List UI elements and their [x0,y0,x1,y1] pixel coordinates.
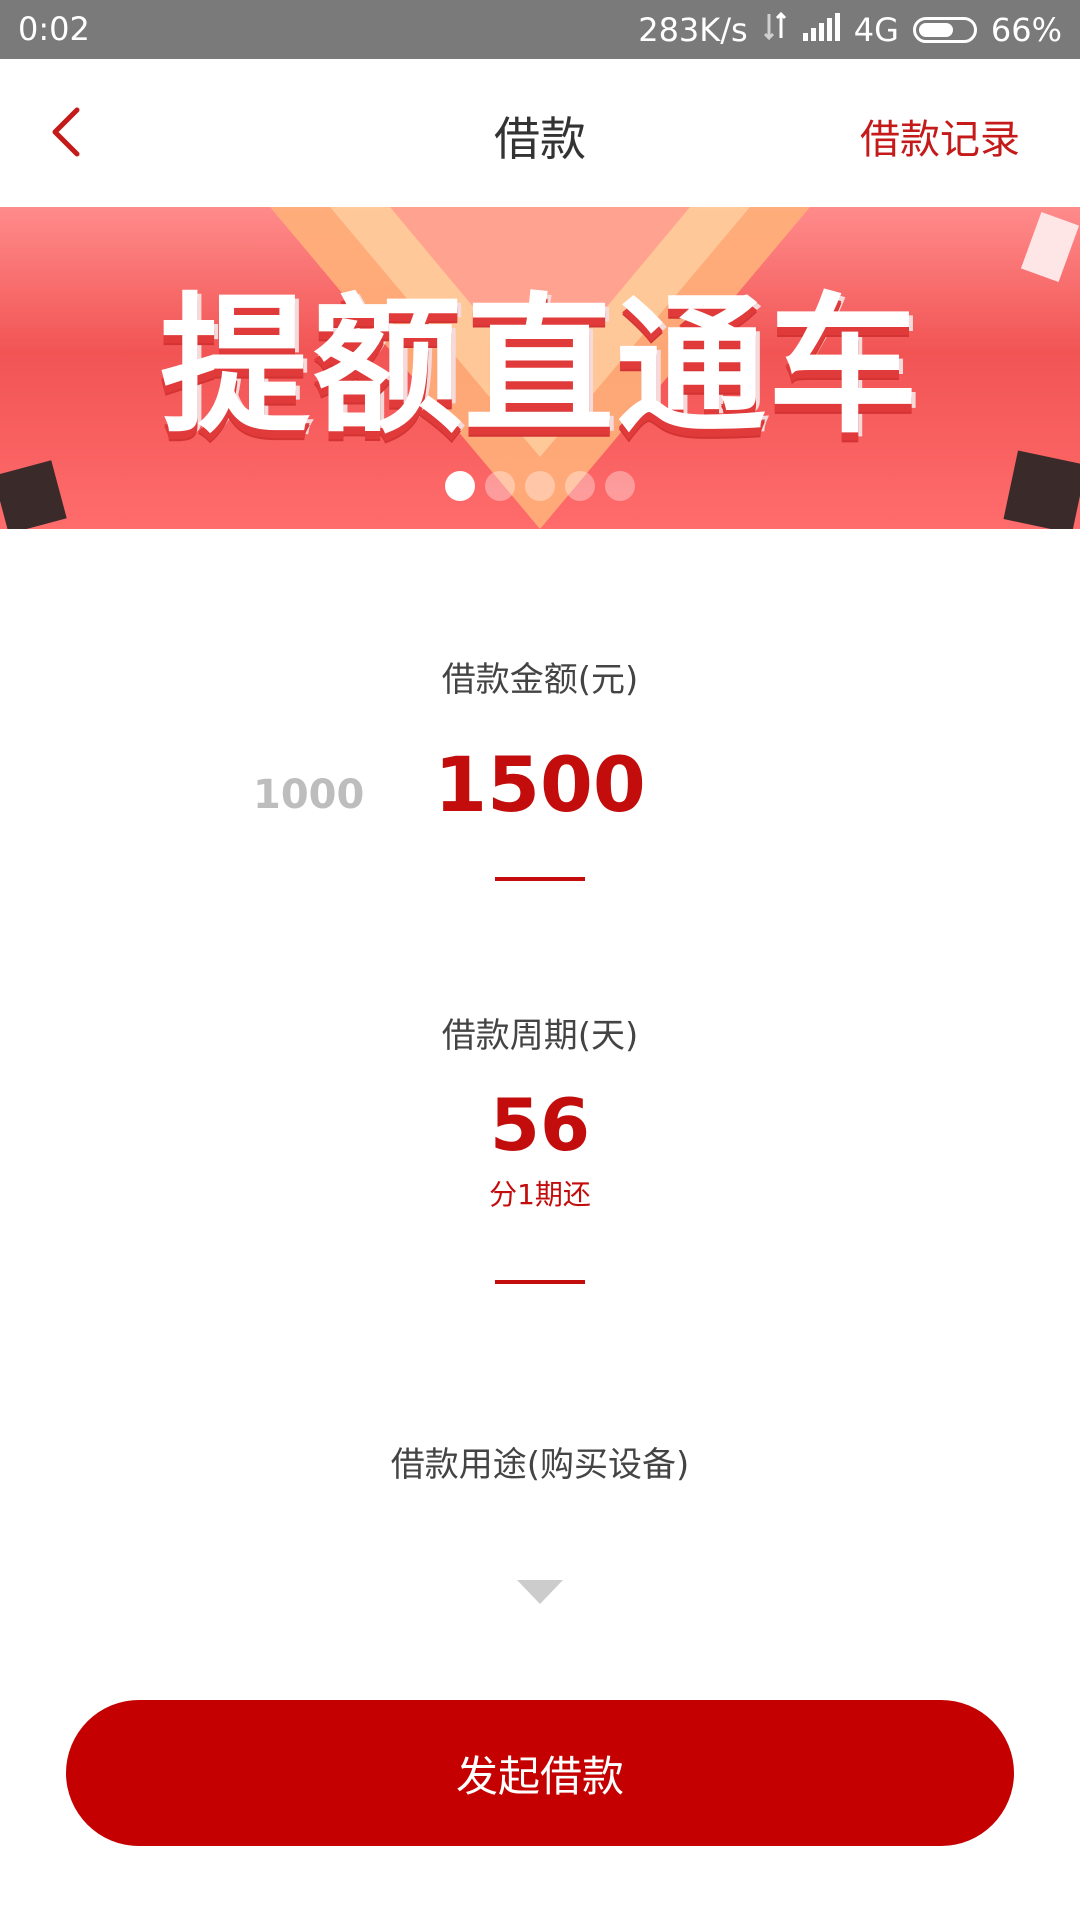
caret-down-icon[interactable] [517,1580,563,1604]
promo-banner[interactable]: 提额直通车 [0,207,1080,529]
battery-icon [912,17,977,43]
loan-record-link[interactable]: 借款记录 [860,107,1020,165]
amount-selected-value[interactable]: 1500 [0,740,1080,829]
status-time: 0:02 [18,10,90,48]
submit-loan-button[interactable]: 发起借款 [66,1700,1014,1846]
banner-dot[interactable] [525,471,555,501]
banner-dot[interactable] [485,471,515,501]
banner-dot[interactable] [605,471,635,501]
banner-dot[interactable] [565,471,595,501]
banner-dot[interactable] [445,471,475,501]
amount-label: 借款金额(元) [441,660,639,700]
period-selected-value[interactable]: 56 [0,1083,1080,1167]
banner-pagination [0,471,1080,501]
period-label: 借款周期(天) [441,1016,639,1056]
battery-percent: 66% [990,11,1062,49]
purpose-label: 借款用途(购买设备) [390,1445,690,1485]
net-speed: 283K/s [638,11,748,49]
title-bar: 借款 借款记录 [0,59,1080,207]
network-type: 4G [853,11,899,49]
data-transfer-icon [762,10,788,50]
loan-screen: 0:02 283K/s 4G 66% 借款 借款记录 提额直通车 借款金额(元)… [0,0,1080,1920]
status-indicators: 283K/s 4G 66% [638,10,1062,50]
installment-text: 分1期还 [489,1178,591,1211]
status-bar: 0:02 283K/s 4G 66% [0,0,1080,59]
banner-title: 提额直通车 [159,280,920,454]
signal-icon [802,11,840,49]
period-underline [495,1280,585,1284]
amount-underline [495,877,585,881]
